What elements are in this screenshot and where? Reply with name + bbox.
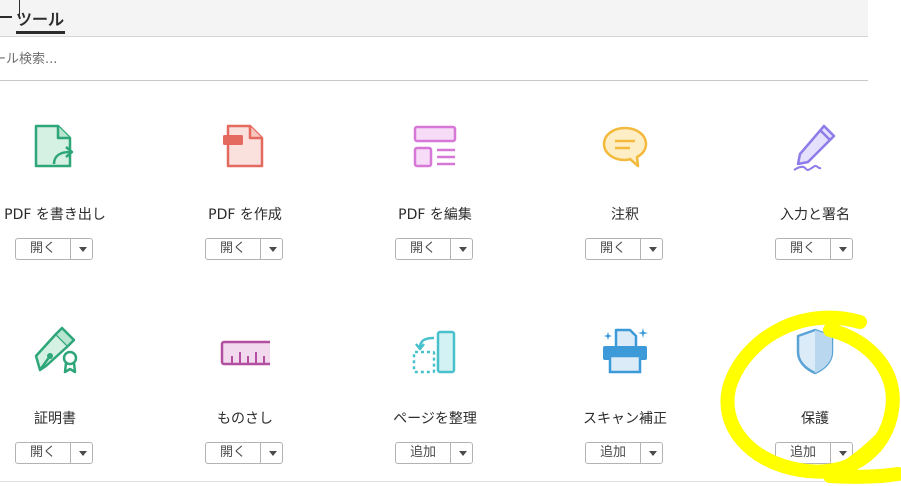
comment-icon <box>602 126 648 168</box>
tool-create-pdf[interactable]: PDF を作成 開く <box>150 122 340 272</box>
open-button[interactable]: 開く <box>586 239 641 259</box>
create-pdf-icon <box>223 124 264 168</box>
previous-tab-edge[interactable] <box>0 16 12 18</box>
active-tab-indicator <box>16 31 65 34</box>
tool-label: スキャン補正 <box>583 411 667 427</box>
chevron-down-icon[interactable] <box>641 239 662 259</box>
open-split-button: 開く <box>15 238 93 260</box>
tool-measure[interactable]: ものさし 開く <box>150 326 340 476</box>
tool-label: 保護 <box>801 411 829 427</box>
chevron-down-icon[interactable] <box>261 443 282 463</box>
add-button[interactable]: 追加 <box>776 443 831 463</box>
tool-label: 注釈 <box>611 207 639 223</box>
chevron-down-icon[interactable] <box>831 443 852 463</box>
tool-label: ページを整理 <box>393 411 477 427</box>
open-split-button: 開く <box>395 238 473 260</box>
open-button[interactable]: 開く <box>396 239 451 259</box>
chevron-down-icon[interactable] <box>71 239 92 259</box>
section-divider <box>0 481 868 482</box>
tool-label: PDF を書き出し <box>4 207 106 223</box>
add-split-button: 追加 <box>585 442 663 464</box>
tool-comment[interactable]: 注釈 開く <box>530 122 720 272</box>
chevron-down-icon[interactable] <box>261 239 282 259</box>
certificate-icon <box>34 326 78 374</box>
open-button[interactable]: 開く <box>206 443 261 463</box>
tool-label: 入力と署名 <box>780 207 850 223</box>
chevron-down-icon[interactable] <box>451 443 472 463</box>
tool-edit-pdf[interactable]: PDF を編集 開く <box>340 122 530 272</box>
tool-search-input[interactable] <box>0 47 382 71</box>
tool-scan[interactable]: スキャン補正 追加 <box>530 326 720 476</box>
shield-icon <box>796 328 834 375</box>
open-button[interactable]: 開く <box>16 443 71 463</box>
tool-label: PDF を編集 <box>398 207 472 223</box>
export-pdf-icon <box>34 124 74 168</box>
ruler-icon <box>220 340 270 366</box>
scan-icon <box>603 328 648 374</box>
open-split-button: 開く <box>775 238 853 260</box>
organize-pages-icon <box>412 330 456 374</box>
open-split-button: 開く <box>15 442 93 464</box>
open-button[interactable]: 開く <box>206 239 261 259</box>
tool-certificate[interactable]: 証明書 開く <box>0 326 150 476</box>
tool-organize-pages[interactable]: ページを整理 追加 <box>340 326 530 476</box>
open-split-button: 開く <box>205 238 283 260</box>
chevron-down-icon[interactable] <box>641 443 662 463</box>
add-button[interactable]: 追加 <box>396 443 451 463</box>
tab-tools[interactable]: ツール <box>16 6 64 30</box>
chevron-down-icon[interactable] <box>71 443 92 463</box>
open-button[interactable]: 開く <box>776 239 831 259</box>
tool-fill-sign[interactable]: 入力と署名 開く <box>720 122 901 272</box>
tab-bar: ツール <box>0 0 868 37</box>
tool-label: PDF を作成 <box>208 207 282 223</box>
add-button[interactable]: 追加 <box>586 443 641 463</box>
fill-sign-icon <box>793 124 836 171</box>
search-row <box>0 37 868 81</box>
tool-label: ものさし <box>217 411 273 427</box>
open-split-button: 開く <box>585 238 663 260</box>
tool-export-pdf[interactable]: PDF を書き出し 開く <box>0 122 150 272</box>
tool-protect[interactable]: 保護 追加 <box>720 326 901 476</box>
chevron-down-icon[interactable] <box>831 239 852 259</box>
edit-pdf-icon <box>413 125 457 168</box>
add-split-button: 追加 <box>395 442 473 464</box>
add-split-button: 追加 <box>775 442 853 464</box>
open-split-button: 開く <box>205 442 283 464</box>
open-button[interactable]: 開く <box>16 239 71 259</box>
tool-label: 証明書 <box>34 411 76 427</box>
chevron-down-icon[interactable] <box>451 239 472 259</box>
